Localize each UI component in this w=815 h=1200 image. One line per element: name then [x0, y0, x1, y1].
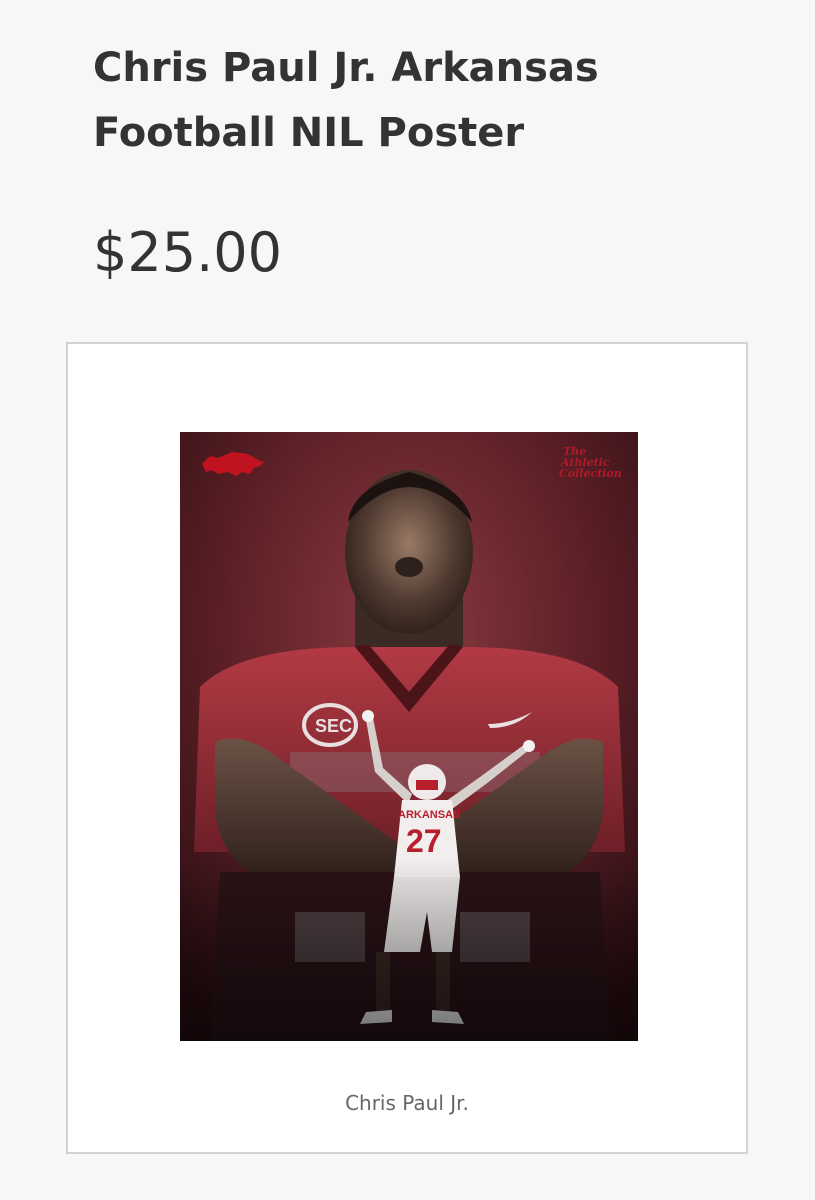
product-title: Chris Paul Jr. Arkansas Football NIL Pos…: [93, 45, 599, 156]
jersey-lettering: ARKANSAS: [398, 809, 460, 821]
poster-brand-mark-line-3: Collection: [559, 467, 622, 480]
poster-caption: Chris Paul Jr.: [345, 1091, 469, 1115]
poster-artwork: The Athletic Collection SEC ARKANSAS 27: [180, 432, 638, 1041]
product-price: $25.00: [93, 221, 282, 284]
sec-patch-text: SEC: [315, 716, 352, 736]
poster-image[interactable]: The Athletic Collection SEC ARKANSAS 27: [180, 432, 638, 1041]
product-image-card[interactable]: The Athletic Collection SEC ARKANSAS 27 …: [66, 342, 748, 1154]
product-page: Chris Paul Jr. Arkansas Football NIL Pos…: [0, 0, 815, 1200]
jersey-number: 27: [406, 823, 442, 859]
